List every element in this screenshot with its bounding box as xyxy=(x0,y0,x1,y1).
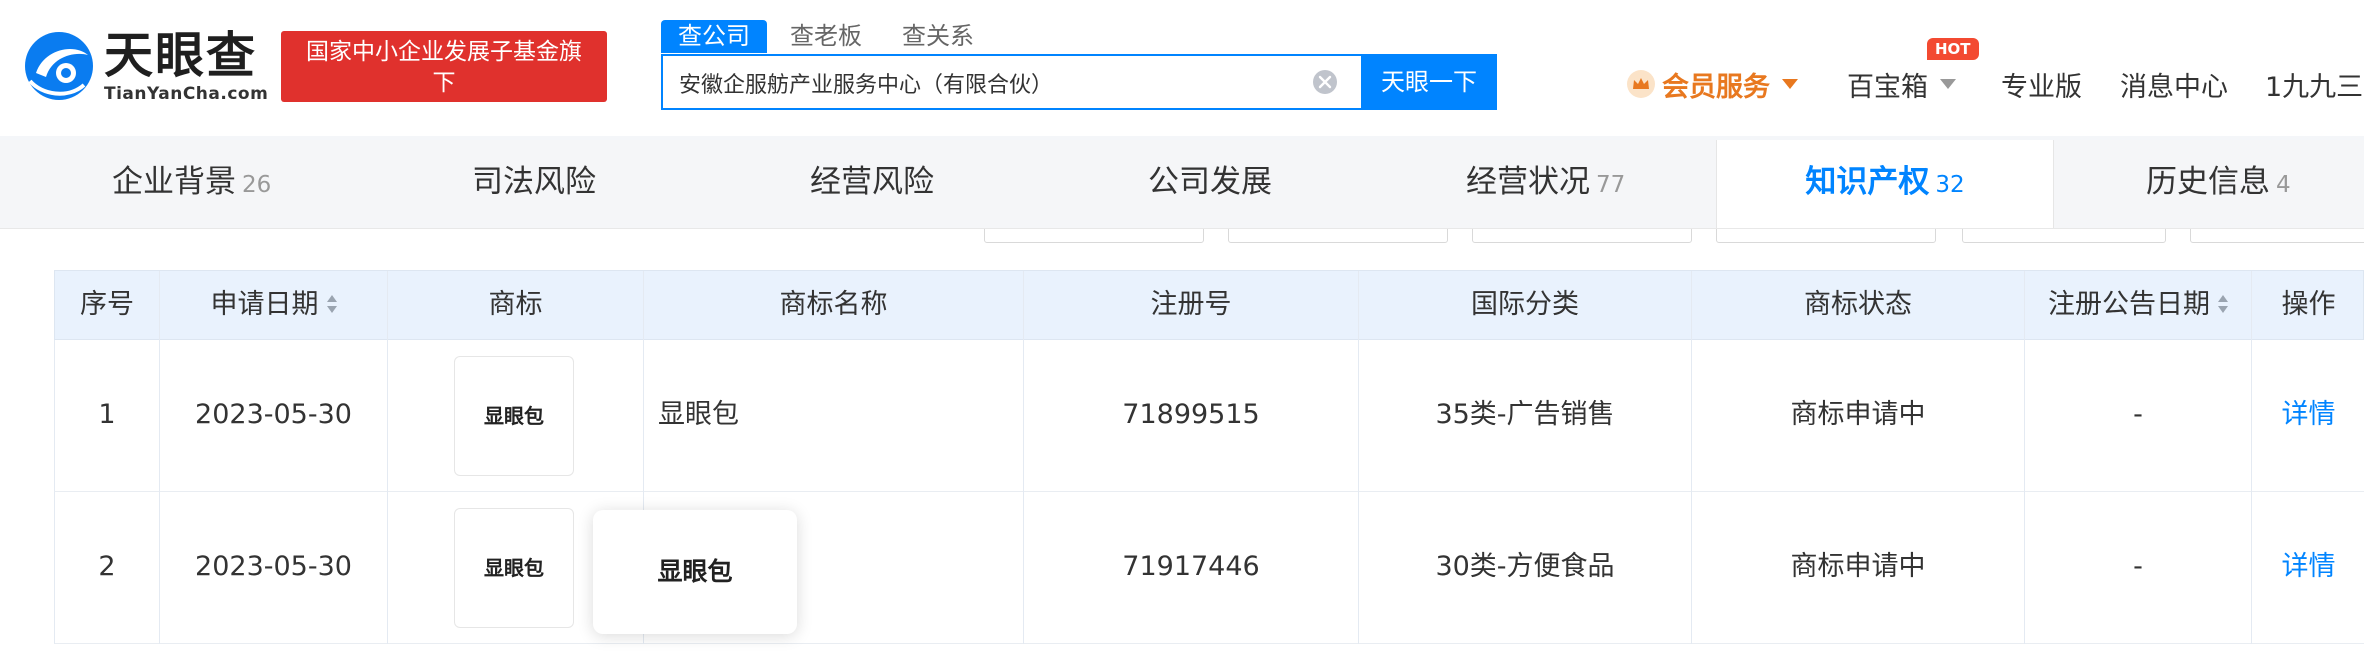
search-tab-relation[interactable]: 查关系 xyxy=(885,20,991,53)
header-intl-class: 国际分类 xyxy=(1359,271,1692,341)
promo-banner[interactable]: 国家中小企业发展子基金旗下 xyxy=(281,31,607,102)
table-row: 2 2023-05-30 显眼包 71917446 30类-方便食品 商标申请中… xyxy=(54,492,2364,644)
cell-reg-no: 71899515 xyxy=(1024,340,1359,492)
user-menu[interactable]: 1九九三 xyxy=(2265,62,2363,106)
cell-index: 1 xyxy=(55,340,160,492)
chevron-down-icon xyxy=(1940,79,1956,89)
sort-icon[interactable] xyxy=(326,294,337,313)
tab-count: 77 xyxy=(1596,172,1626,198)
header-action: 操作 xyxy=(2281,289,2336,320)
pro-version-link[interactable]: 专业版 xyxy=(2001,62,2082,106)
sort-icon[interactable] xyxy=(2218,294,2228,313)
header-label: 注册公告日期 xyxy=(2048,289,2210,320)
table-row: 1 2023-05-30 显眼包 显眼包 71899515 35类-广告销售 商… xyxy=(54,340,2364,492)
header-reg-no: 注册号 xyxy=(1024,271,1359,341)
detail-link[interactable]: 详情 xyxy=(2252,492,2364,644)
tab-label: 经营状况 xyxy=(1466,164,1590,200)
tab-business-status[interactable]: 经营状况 77 xyxy=(1466,140,1625,228)
cell-apply-date: 2023-05-30 xyxy=(160,492,388,644)
export-button[interactable] xyxy=(2190,229,2364,243)
header-notice-date[interactable]: 注册公告日期 xyxy=(2025,271,2252,341)
cell-notice-date: - xyxy=(2025,492,2252,644)
cell-intl-class: 30类-方便食品 xyxy=(1359,492,1692,644)
search-type-tabs: 查公司 查老板 查关系 xyxy=(661,20,997,53)
search-button[interactable]: 天眼一下 xyxy=(1361,54,1497,110)
cell-status: 商标申请中 xyxy=(1692,492,2025,644)
message-center-link[interactable]: 消息中心 xyxy=(2120,62,2228,106)
trademark-image[interactable]: 显眼包 xyxy=(454,508,574,628)
tab-operating-risk[interactable]: 经营风险 xyxy=(810,140,934,228)
header-trademark-name: 商标名称 xyxy=(644,271,1024,341)
vip-service-label: 会员服务 xyxy=(1662,71,1770,103)
search-input[interactable] xyxy=(677,56,1321,110)
tab-count: 4 xyxy=(2276,172,2291,198)
filter-search[interactable] xyxy=(1962,229,2166,243)
filter-bar xyxy=(0,229,2364,249)
tab-label: 历史信息 xyxy=(2146,164,2270,200)
filter-dropdown[interactable] xyxy=(1472,229,1692,243)
vip-service-menu[interactable]: 会员服务 xyxy=(1626,62,1798,106)
filter-dropdown[interactable] xyxy=(984,229,1204,243)
cell-status: 商标申请中 xyxy=(1692,340,2025,492)
tab-intellectual-property[interactable]: 知识产权 32 xyxy=(1716,140,2054,228)
cell-reg-no: 71917446 xyxy=(1024,492,1359,644)
logo-domain: TianYanCha.com xyxy=(104,84,269,104)
clear-icon[interactable] xyxy=(1311,68,1339,96)
hot-badge: HOT xyxy=(1927,38,1979,60)
cell-apply-date: 2023-05-30 xyxy=(160,340,388,492)
trademark-table-panel: 序号 申请日期 商标 商标名称 注册号 国际分类 商标状态 注册公告日期 操作 … xyxy=(0,249,2364,653)
tab-enterprise-background[interactable]: 企业背景 26 xyxy=(112,140,271,228)
tianyancha-logo[interactable]: 天眼查 TianYanCha.com xyxy=(22,28,268,104)
section-tabs: 企业背景 26 司法风险 经营风险 公司发展 经营状况 77 知识产权 32 历史信息… xyxy=(0,140,2364,229)
tab-label: 公司发展 xyxy=(1148,164,1272,200)
cell-trademark-name: 显眼包 xyxy=(644,340,1024,492)
tab-company-development[interactable]: 公司发展 xyxy=(1148,140,1272,228)
table-header: 序号 申请日期 商标 商标名称 注册号 国际分类 商标状态 注册公告日期 操作 xyxy=(54,270,2364,341)
tab-label: 企业背景 xyxy=(112,164,236,200)
chevron-down-icon xyxy=(1782,79,1798,89)
search-tab-company[interactable]: 查公司 xyxy=(661,20,767,53)
filter-dropdown[interactable] xyxy=(1716,229,1936,243)
header-logo: 商标 xyxy=(388,271,644,341)
tab-label: 知识产权 xyxy=(1805,164,1930,200)
tab-label: 司法风险 xyxy=(472,164,596,200)
baobox-menu[interactable]: 百宝箱 xyxy=(1847,62,1956,106)
baobox-label: 百宝箱 xyxy=(1847,71,1928,103)
logo-mark-icon xyxy=(25,32,93,100)
cell-notice-date: - xyxy=(2025,340,2252,492)
cell-index: 2 xyxy=(55,492,160,644)
tab-label: 经营风险 xyxy=(810,164,934,200)
search-box xyxy=(661,54,1363,110)
header-label: 申请日期 xyxy=(210,289,319,320)
tab-history[interactable]: 历史信息 4 xyxy=(2146,140,2291,228)
top-header: 天眼查 TianYanCha.com 国家中小企业发展子基金旗下 查公司 查老板… xyxy=(0,0,2364,136)
trademark-image[interactable]: 显眼包 xyxy=(454,356,574,476)
filter-dropdown[interactable] xyxy=(1228,229,1448,243)
header-status: 商标状态 xyxy=(1692,271,2025,341)
cell-logo: 显眼包 xyxy=(388,340,644,492)
detail-link[interactable]: 详情 xyxy=(2252,340,2364,492)
crown-icon xyxy=(1627,70,1655,98)
tab-count: 26 xyxy=(242,172,272,198)
cell-intl-class: 35类-广告销售 xyxy=(1359,340,1692,492)
tab-judicial-risk[interactable]: 司法风险 xyxy=(472,140,596,228)
header-index: 序号 xyxy=(55,271,160,341)
search-tab-boss[interactable]: 查老板 xyxy=(773,20,879,53)
logo-name: 天眼查 xyxy=(104,27,258,84)
trademark-name-popover: 显眼包 xyxy=(593,510,797,634)
tab-count: 32 xyxy=(1935,172,1965,198)
header-apply-date[interactable]: 申请日期 xyxy=(160,271,388,341)
